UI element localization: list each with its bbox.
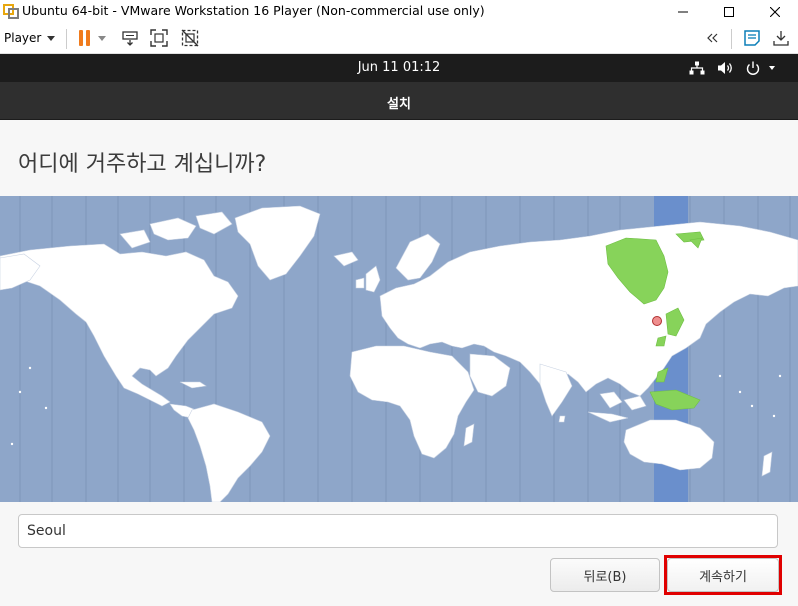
player-toolbar: Player	[0, 23, 798, 54]
location-input[interactable]	[18, 514, 778, 548]
page-heading-area: 어디에 거주하고 계십니까?	[0, 120, 798, 196]
maximize-button[interactable]	[706, 0, 752, 23]
back-button[interactable]: 뒤로(B)	[550, 558, 660, 592]
player-menu-label: Player	[4, 31, 42, 45]
unity-icon	[181, 29, 199, 47]
toolbar-separator	[66, 29, 67, 49]
installer-title: 설치	[387, 97, 411, 112]
send-ctrl-alt-del-icon	[122, 31, 138, 46]
world-map-graphic	[0, 196, 798, 502]
bottom-controls: 뒤로(B) 계속하기	[0, 502, 798, 606]
installer-headerbar: 설치	[0, 82, 798, 120]
network-icon	[689, 61, 705, 75]
continue-button[interactable]: 계속하기	[667, 558, 779, 592]
guest-top-panel: Jun 11 01:12	[0, 54, 798, 82]
maximize-icon	[724, 6, 734, 17]
power-menu[interactable]	[745, 59, 775, 77]
unity-button[interactable]	[179, 27, 201, 49]
power-icon	[746, 61, 760, 75]
toolbar-separator	[731, 29, 732, 49]
download-button[interactable]	[770, 27, 792, 49]
volume-icon	[718, 62, 732, 74]
continue-button-label: 계속하기	[699, 569, 747, 585]
notes-button[interactable]	[741, 27, 763, 49]
send-ctrl-alt-del-button[interactable]	[119, 27, 141, 49]
timezone-map[interactable]	[0, 196, 798, 502]
network-indicator[interactable]	[689, 59, 705, 77]
window-titlebar: Ubuntu 64-bit - VMware Workstation 16 Pl…	[0, 0, 798, 23]
pause-dropdown-button[interactable]	[95, 27, 109, 49]
close-icon	[770, 6, 780, 17]
chevron-down-icon	[47, 35, 56, 41]
collapse-toolbar-icon	[707, 33, 718, 43]
fit-guest-icon	[150, 29, 168, 47]
pause-button[interactable]	[73, 27, 95, 49]
notes-icon	[744, 30, 760, 46]
fit-guest-button[interactable]	[148, 27, 170, 49]
minimize-button[interactable]	[660, 0, 706, 23]
clock[interactable]: Jun 11 01:12	[0, 60, 798, 75]
back-button-label: 뒤로(B)	[583, 569, 627, 585]
volume-indicator[interactable]	[717, 59, 735, 77]
minimize-icon	[678, 11, 688, 12]
close-button[interactable]	[752, 0, 798, 23]
seoul-marker	[652, 316, 662, 326]
page-heading: 어디에 거주하고 계십니까?	[18, 152, 267, 177]
chevron-down-icon	[769, 66, 775, 70]
pause-icon	[77, 30, 91, 46]
chevron-down-icon	[98, 35, 106, 41]
vmware-app-icon	[3, 4, 19, 19]
window-title: Ubuntu 64-bit - VMware Workstation 16 Pl…	[22, 3, 485, 18]
player-menu-button[interactable]: Player	[4, 29, 56, 47]
download-icon	[773, 31, 789, 46]
collapse-toolbar-button[interactable]	[701, 27, 723, 49]
